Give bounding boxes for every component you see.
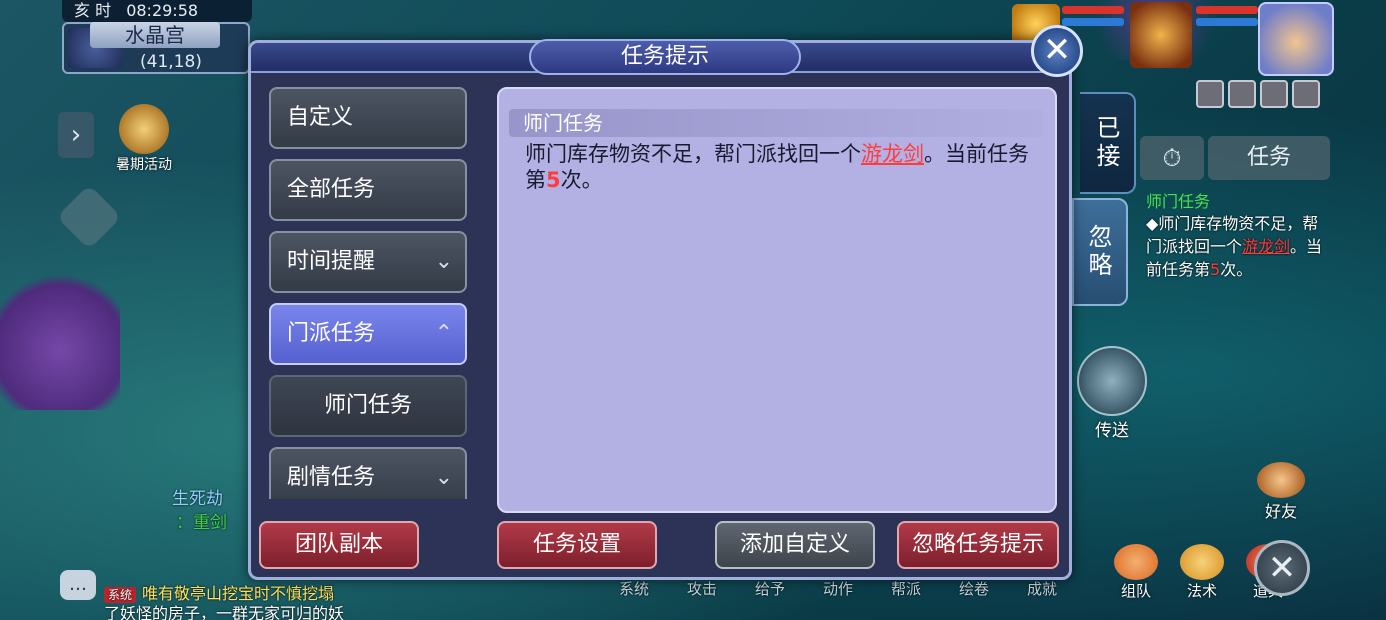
teleport-button[interactable]: 传送 — [1074, 346, 1150, 441]
scroll-icon — [119, 104, 169, 154]
chevron-down-icon: ⌄ — [434, 249, 453, 274]
task-settings-button[interactable]: 任务设置 — [497, 521, 657, 569]
category-time-reminder[interactable]: 时间提醒 ⌄ — [269, 231, 467, 293]
task-text: 师门库存物资不足，帮门派找回一个 — [525, 142, 861, 166]
pet-hp-bar — [1062, 6, 1124, 14]
category-custom[interactable]: 自定义 — [269, 87, 467, 149]
player-mp-bar — [1196, 18, 1258, 26]
menu-scroll[interactable]: 绘卷 — [940, 578, 1008, 599]
menu-achievement[interactable]: 成就 — [1008, 578, 1076, 599]
map-name: 水晶宫 — [90, 22, 220, 48]
tab-ignore[interactable]: 忽略 — [1072, 198, 1128, 306]
team-dungeon-button[interactable]: 团队副本 — [259, 521, 419, 569]
menu-guild[interactable]: 帮派 — [872, 578, 940, 599]
teleport-label: 传送 — [1095, 421, 1129, 441]
pet-mp-bar — [1062, 18, 1124, 26]
subcategory-master-task[interactable]: 师门任务 — [269, 375, 467, 437]
category-label: 门派任务 — [287, 321, 376, 346]
task-description: 师门库存物资不足，帮门派找回一个游龙剑。当前任务第5次。 — [525, 141, 1045, 193]
handshake-icon — [1257, 462, 1305, 498]
tracker-task-title[interactable]: 师门任务 — [1146, 188, 1210, 212]
close-menu-icon[interactable]: ✕ — [1254, 540, 1310, 596]
buff-icon — [1196, 80, 1224, 108]
player-portrait[interactable] — [1258, 2, 1334, 76]
menu-system[interactable]: 系统 — [600, 578, 668, 599]
tracker-task-description[interactable]: ◆师门库存物资不足，帮门派找回一个游龙剑。当前任务第5次。 — [1146, 212, 1332, 281]
task-text: 次。 — [560, 168, 603, 192]
menu-give[interactable]: 给予 — [736, 578, 804, 599]
expand-arrow-icon[interactable]: › — [58, 112, 94, 158]
menu-attack[interactable]: 攻击 — [668, 578, 736, 599]
time-period: 亥 时 — [74, 1, 112, 20]
task-count: 5 — [546, 168, 561, 192]
category-label: 剧情任务 — [287, 465, 376, 490]
item-link[interactable]: 游龙剑 — [861, 142, 924, 166]
summer-activity-button[interactable]: 暑期活动 — [104, 104, 184, 174]
dialog-title: 任务提示 — [529, 39, 801, 75]
team-button[interactable]: 组队 — [1110, 544, 1162, 601]
target-portrait[interactable] — [1130, 2, 1192, 68]
menu-action[interactable]: 动作 — [804, 578, 872, 599]
buff-icon — [1228, 80, 1256, 108]
category-sect-tasks[interactable]: 门派任务 ⌃ — [269, 303, 467, 365]
team-label: 组队 — [1120, 582, 1151, 600]
teleport-icon — [1077, 346, 1147, 416]
tracker-text: 次。 — [1220, 260, 1253, 279]
tracker-item-link[interactable]: 游龙剑 — [1242, 237, 1290, 256]
friend-button[interactable]: 好友 — [1250, 462, 1312, 522]
category-label: 师门任务 — [323, 393, 412, 418]
task-tracker-button[interactable]: 任务 — [1208, 136, 1330, 180]
coral-decoration — [0, 260, 120, 410]
add-custom-button[interactable]: 添加自定义 — [715, 521, 875, 569]
chevron-up-icon: ⌃ — [434, 321, 453, 346]
task-heading: 师门任务 — [509, 109, 1043, 137]
buff-icon — [1292, 80, 1320, 108]
close-icon[interactable]: ✕ — [1031, 25, 1083, 77]
chevron-down-icon: ⌄ — [434, 465, 453, 490]
tab-accepted[interactable]: 已接 — [1080, 92, 1136, 194]
summer-activity-label: 暑期活动 — [116, 157, 172, 173]
npc-sublabel: ：重剑 — [176, 513, 227, 533]
player-hp-bar — [1196, 6, 1258, 14]
map-coords: (41,18) — [140, 52, 202, 72]
category-label: 时间提醒 — [287, 249, 376, 274]
task-content-panel: 师门任务 师门库存物资不足，帮门派找回一个游龙剑。当前任务第5次。 — [497, 87, 1057, 513]
task-category-list[interactable]: 自定义 全部任务 时间提醒 ⌄ 门派任务 ⌃ 师门任务 剧情任务 ⌄ — [269, 87, 471, 499]
buff-icons — [1196, 80, 1320, 108]
task-hint-dialog: 任务提示 ✕ 自定义 全部任务 时间提醒 ⌄ 门派任务 ⌃ 师门任务 剧情任务 … — [248, 25, 1083, 580]
spell-label: 法术 — [1186, 582, 1217, 600]
clock: 08:29:58 — [126, 1, 199, 20]
category-story-tasks[interactable]: 剧情任务 ⌄ — [269, 447, 467, 499]
team-icon — [1114, 544, 1158, 580]
category-label: 全部任务 — [287, 177, 376, 202]
bell-icon — [1180, 544, 1224, 580]
friend-label: 好友 — [1264, 502, 1297, 521]
chat-message-cont: 了妖怪的房子，一群无家可归的妖 — [104, 604, 345, 620]
category-label: 自定义 — [287, 105, 354, 130]
category-all-tasks[interactable]: 全部任务 — [269, 159, 467, 221]
buff-icon — [1260, 80, 1288, 108]
chat-bubble-icon[interactable]: … — [60, 570, 96, 600]
time-bar: 亥 时 08:29:58 — [62, 0, 252, 22]
bottom-menu: 系统 攻击 给予 动作 帮派 绘卷 成就 — [600, 578, 1076, 599]
ignore-task-hint-button[interactable]: 忽略任务提示 — [897, 521, 1059, 569]
tracker-count: 5 — [1210, 260, 1221, 279]
npc-label: 生死劫 — [172, 489, 223, 509]
timer-icon[interactable]: ⏱ — [1140, 136, 1204, 180]
spell-button[interactable]: 法术 — [1176, 544, 1228, 601]
